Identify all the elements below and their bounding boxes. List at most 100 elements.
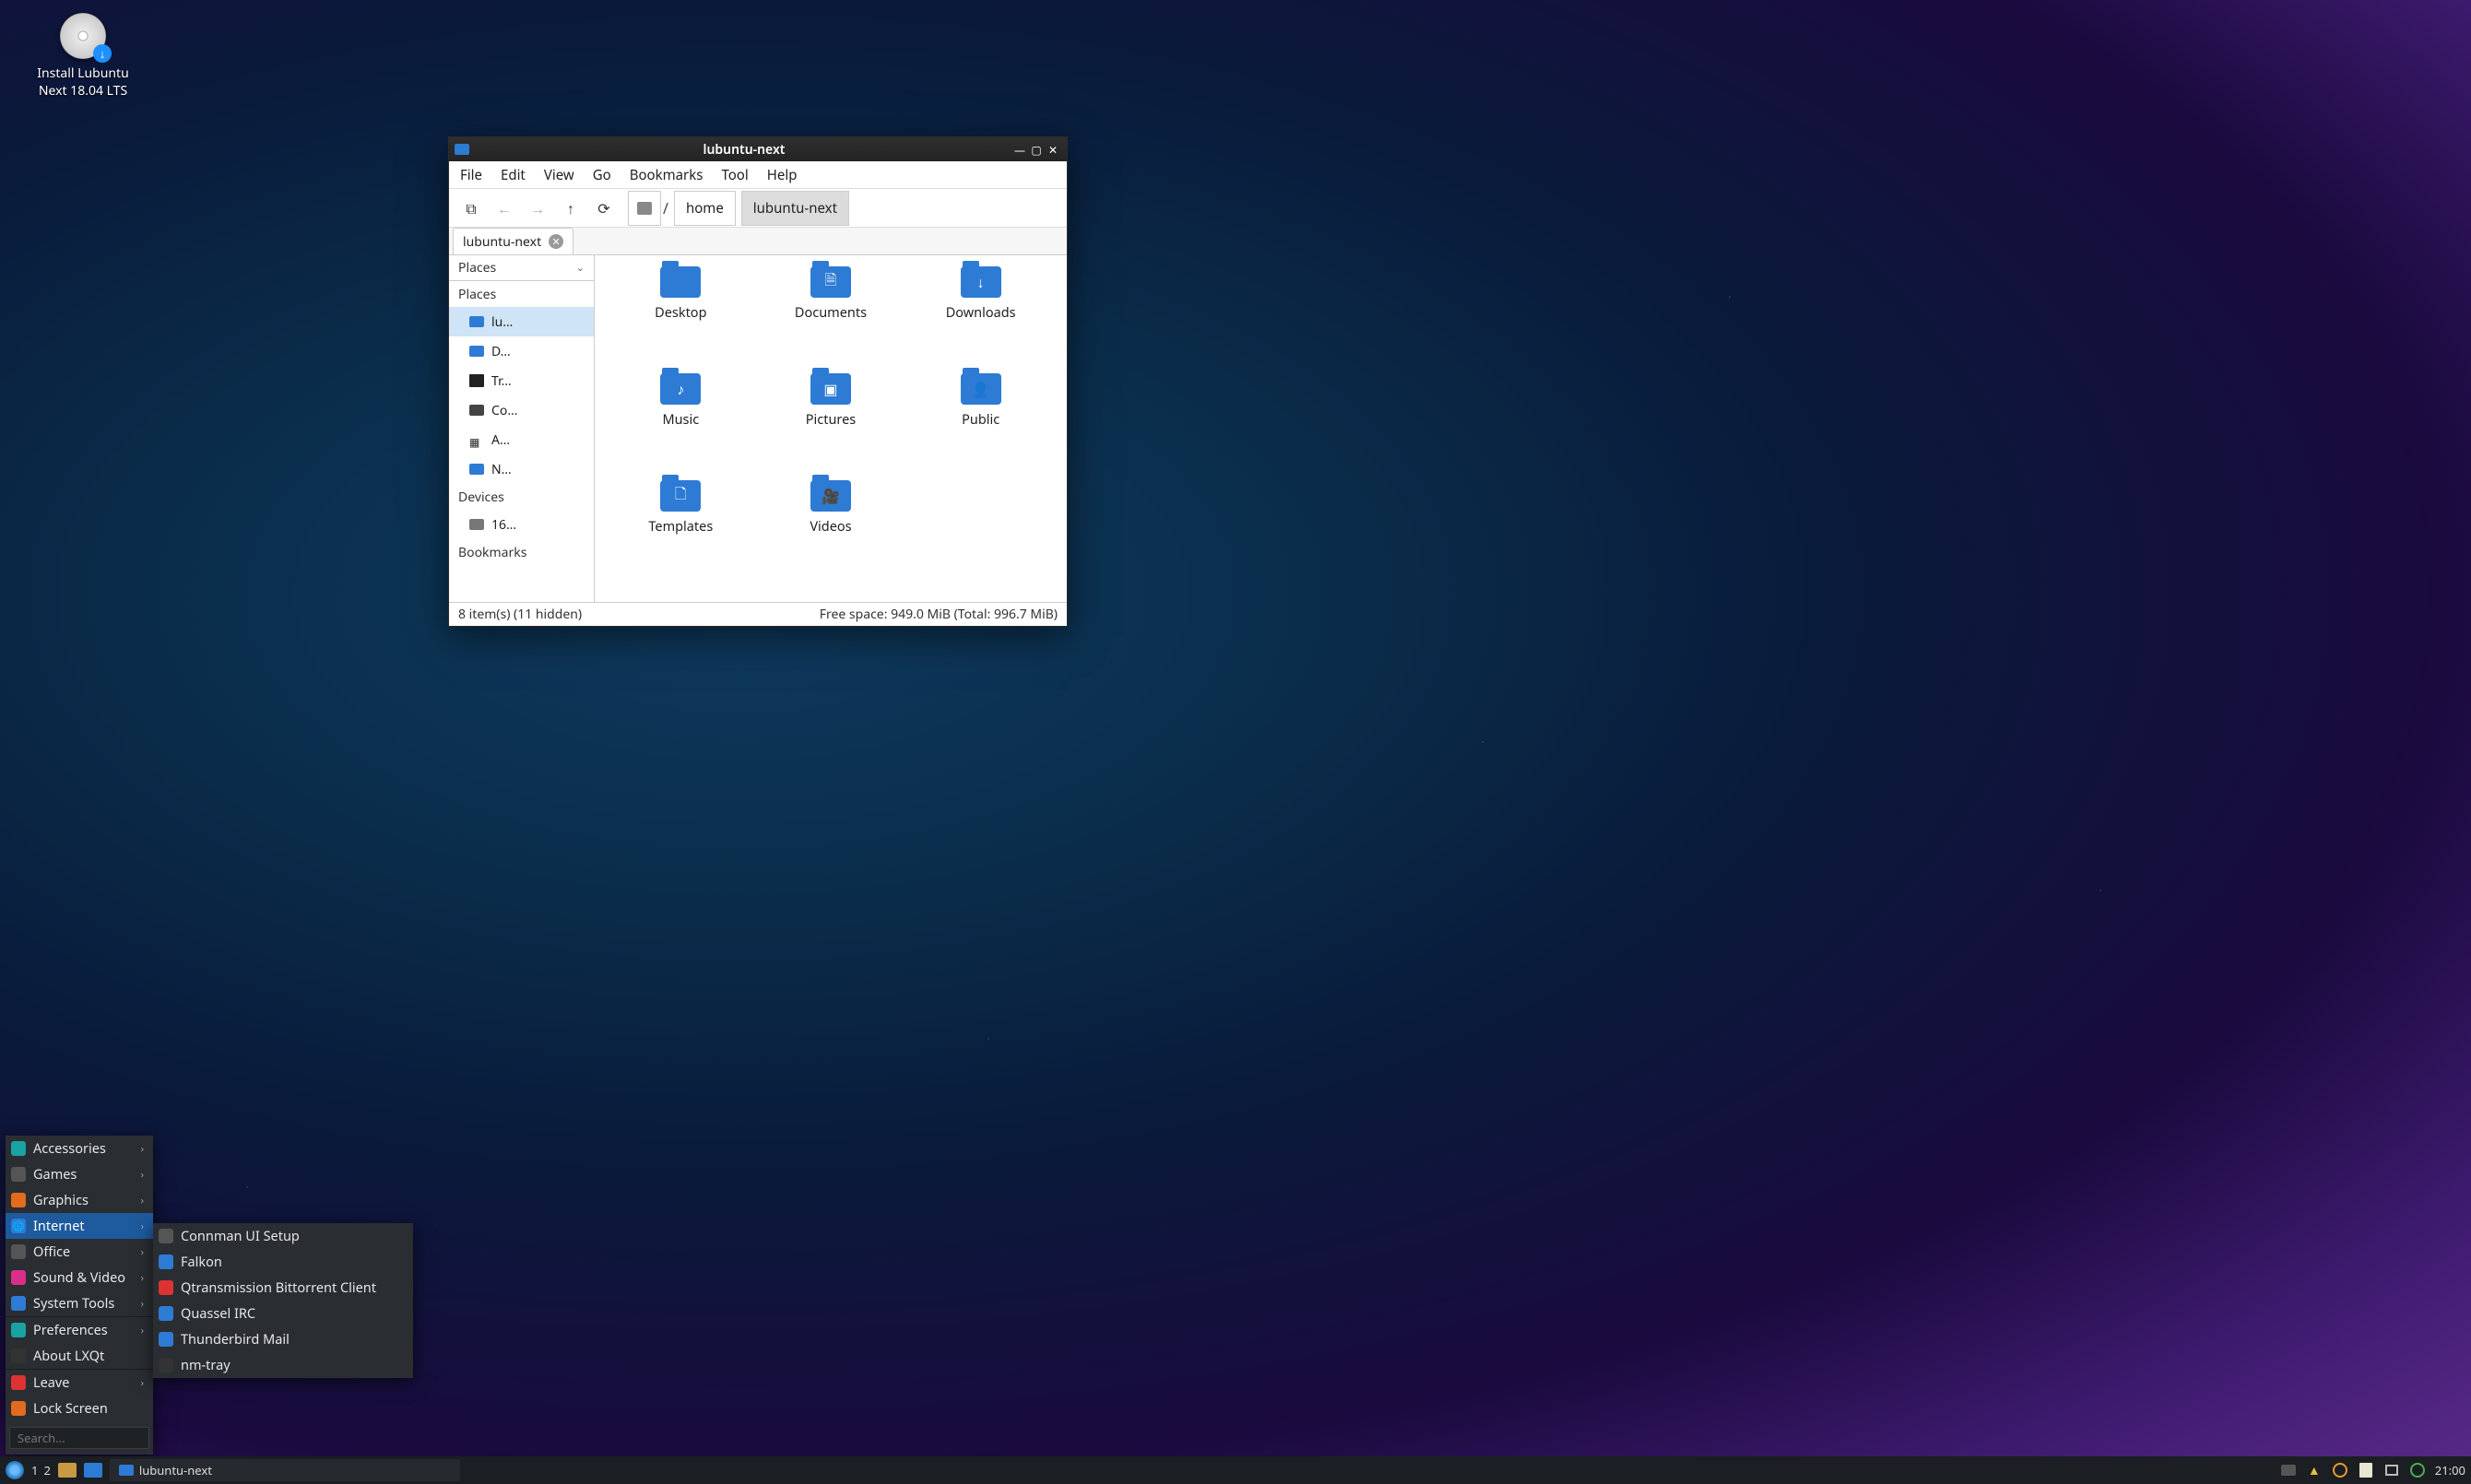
folder-desktop[interactable]: Desktop: [655, 266, 706, 322]
menu-leave[interactable]: Leave›: [6, 1370, 153, 1396]
taskbar-entry-label: lubuntu-next: [139, 1462, 212, 1478]
folder-icon: 🗋: [660, 480, 701, 512]
forward-button[interactable]: →: [523, 194, 552, 222]
sidebar-header[interactable]: Places⌄: [449, 255, 594, 281]
sidebar-item-trash[interactable]: Tr…: [449, 366, 594, 395]
internet-icon: 🌐: [11, 1219, 26, 1233]
tray-orange-ring-icon[interactable]: [2332, 1462, 2348, 1478]
menu-system-tools[interactable]: System Tools›: [6, 1290, 153, 1316]
menu-edit[interactable]: Edit: [501, 166, 526, 184]
submenu-connman[interactable]: Connman UI Setup: [153, 1223, 413, 1249]
clock[interactable]: 21:00: [2435, 1462, 2465, 1478]
menu-file[interactable]: File: [460, 166, 482, 184]
nm-tray-icon: [159, 1358, 173, 1372]
chevron-right-icon: ›: [141, 1271, 144, 1285]
close-button[interactable]: ✕: [1045, 142, 1061, 158]
sidebar-group-bookmarks: Bookmarks: [449, 539, 594, 565]
folder-music[interactable]: ♪Music: [660, 373, 701, 429]
accessories-icon: [11, 1141, 26, 1156]
menu-accessories[interactable]: Accessories›: [6, 1136, 153, 1161]
taskbar-entry-file-manager[interactable]: lubuntu-next: [110, 1459, 460, 1481]
new-tab-button[interactable]: ⧉: [456, 194, 486, 222]
folder-templates[interactable]: 🗋Templates: [648, 480, 713, 536]
submenu-thunderbird[interactable]: Thunderbird Mail: [153, 1326, 413, 1352]
chevron-right-icon: ›: [141, 1297, 144, 1311]
tab-close-icon[interactable]: ✕: [549, 234, 563, 249]
chevron-right-icon: ›: [141, 1142, 144, 1156]
sidebar: Places⌄ Places lu… D… Tr… Co… ▦A… N… Dev…: [449, 255, 595, 602]
folder-icon: [469, 346, 484, 357]
sidebar-group-places: Places: [449, 281, 594, 307]
back-button[interactable]: ←: [490, 194, 519, 222]
sidebar-item-home[interactable]: lu…: [449, 307, 594, 336]
reload-button[interactable]: ⟳: [589, 194, 619, 222]
sidebar-item-computer[interactable]: Co…: [449, 395, 594, 425]
folder-icon: 🗎: [810, 266, 851, 298]
window-title: lubuntu-next: [477, 141, 1011, 159]
menu-tool[interactable]: Tool: [721, 166, 748, 184]
sound-video-icon: [11, 1270, 26, 1285]
sidebar-item-device[interactable]: 16…: [449, 510, 594, 539]
submenu-internet: Connman UI Setup Falkon Qtransmission Bi…: [153, 1223, 413, 1378]
window-titlebar[interactable]: lubuntu-next — ▢ ✕: [449, 137, 1067, 161]
submenu-qtransmission[interactable]: Qtransmission Bittorrent Client: [153, 1275, 413, 1301]
workspace-2[interactable]: 2: [43, 1462, 50, 1478]
folder-pictures[interactable]: ▣Pictures: [806, 373, 857, 429]
folder-public[interactable]: 👤Public: [961, 373, 1001, 429]
folder-icon: [660, 266, 701, 298]
tab-lubuntu-next[interactable]: lubuntu-next ✕: [453, 228, 573, 254]
menu-help[interactable]: Help: [767, 166, 798, 184]
sidebar-item-network[interactable]: N…: [449, 454, 594, 484]
menu-sound-video[interactable]: Sound & Video›: [6, 1265, 153, 1290]
graphics-icon: [11, 1193, 26, 1207]
tray-updates-icon[interactable]: ▲: [2306, 1462, 2323, 1478]
file-manager-window: lubuntu-next — ▢ ✕ File Edit View Go Boo…: [448, 136, 1068, 627]
minimize-button[interactable]: —: [1011, 142, 1028, 158]
menu-view[interactable]: View: [544, 166, 574, 184]
tray-display-icon[interactable]: [2383, 1462, 2400, 1478]
menu-preferences[interactable]: Preferences›: [6, 1317, 153, 1343]
desktop-icon-install[interactable]: ↓ Install Lubuntu Next 18.04 LTS: [31, 13, 135, 100]
launcher-show-desktop[interactable]: [84, 1463, 102, 1478]
menu-lock-screen[interactable]: Lock Screen: [6, 1396, 153, 1421]
menu-graphics[interactable]: Graphics›: [6, 1187, 153, 1213]
start-button[interactable]: [6, 1461, 24, 1479]
path-home[interactable]: home: [674, 191, 736, 226]
preferences-icon: [11, 1323, 26, 1337]
disc-icon: ↓: [60, 13, 106, 59]
folder-documents[interactable]: 🗎Documents: [795, 266, 867, 322]
folder-videos[interactable]: 🎥Videos: [810, 480, 851, 536]
up-button[interactable]: ↑: [556, 194, 585, 222]
menu-internet[interactable]: 🌐Internet›: [6, 1213, 153, 1239]
menu-games[interactable]: Games›: [6, 1161, 153, 1187]
tray-green-ring-icon[interactable]: [2409, 1462, 2426, 1478]
menu-go[interactable]: Go: [593, 166, 611, 184]
menubar: File Edit View Go Bookmarks Tool Help: [449, 161, 1067, 189]
tray-keyboard-icon[interactable]: [2280, 1462, 2297, 1478]
chevron-right-icon: ›: [141, 1219, 144, 1233]
maximize-button[interactable]: ▢: [1028, 142, 1045, 158]
submenu-quassel[interactable]: Quassel IRC: [153, 1301, 413, 1326]
quassel-icon: [159, 1306, 173, 1321]
folder-icon: [119, 1465, 134, 1476]
toolbar: ⧉ ← → ↑ ⟳ / home lubuntu-next: [449, 189, 1067, 228]
tab-bar: lubuntu-next ✕: [449, 228, 1067, 255]
menu-bookmarks[interactable]: Bookmarks: [630, 166, 703, 184]
launcher-file-manager[interactable]: [58, 1463, 77, 1478]
sidebar-item-applications[interactable]: ▦A…: [449, 425, 594, 454]
computer-icon: [469, 405, 484, 416]
submenu-falkon[interactable]: Falkon: [153, 1249, 413, 1275]
leave-icon: [11, 1375, 26, 1390]
workspace-1[interactable]: 1: [31, 1462, 38, 1478]
menu-office[interactable]: Office›: [6, 1239, 153, 1265]
folder-icon: ▣: [810, 373, 851, 405]
submenu-nm-tray[interactable]: nm-tray: [153, 1352, 413, 1378]
menu-about-lxqt[interactable]: About LXQt: [6, 1343, 153, 1369]
sidebar-item-desktop[interactable]: D…: [449, 336, 594, 366]
path-root[interactable]: [628, 191, 661, 226]
path-current[interactable]: lubuntu-next: [741, 191, 849, 226]
chevron-right-icon: ›: [141, 1376, 144, 1390]
menu-search-input[interactable]: [9, 1427, 149, 1449]
tray-clipboard-icon[interactable]: [2358, 1462, 2374, 1478]
folder-downloads[interactable]: ↓Downloads: [946, 266, 1016, 322]
